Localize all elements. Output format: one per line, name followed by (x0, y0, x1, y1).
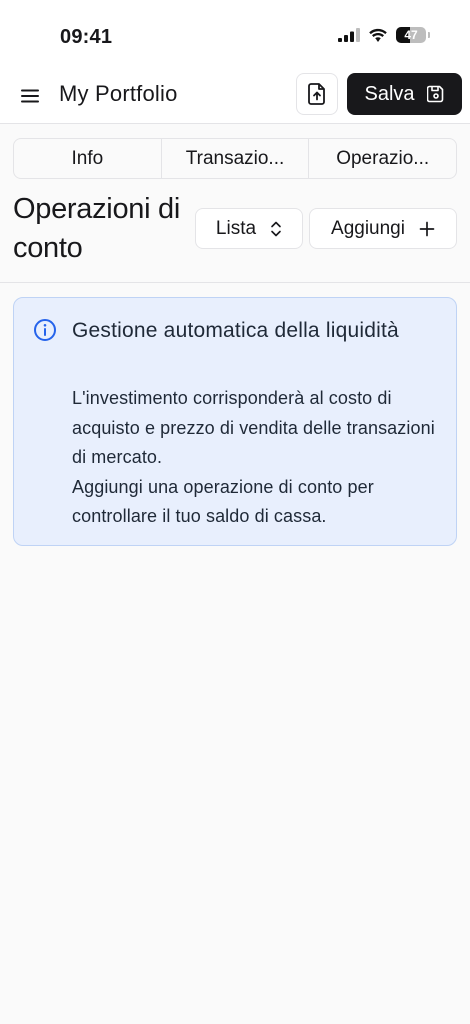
wifi-icon (369, 28, 387, 42)
status-time: 09:41 (60, 26, 113, 48)
tab-transactions[interactable]: Transazio... (162, 139, 310, 178)
info-icon (34, 319, 56, 341)
app-header: My Portfolio Salva (0, 68, 470, 124)
signal-icon (338, 28, 360, 42)
battery-icon: 47 (396, 27, 426, 43)
view-select-button[interactable]: Lista (195, 208, 303, 249)
file-upload-icon (308, 83, 325, 105)
tab-bar: Info Transazio... Operazio... (13, 138, 457, 179)
alert-title: Gestione automatica della liquidità (72, 319, 399, 342)
export-button[interactable] (296, 73, 338, 115)
add-button-label: Aggiungi (331, 217, 405, 239)
menu-button[interactable] (14, 80, 46, 112)
add-button[interactable]: Aggiungi (309, 208, 457, 249)
battery-level: 47 (404, 28, 418, 42)
save-button-label: Salva (364, 82, 415, 105)
view-select-label: Lista (215, 217, 257, 239)
tab-account-operations[interactable]: Operazio... (309, 139, 456, 178)
page-title: My Portfolio (59, 81, 178, 106)
section-divider (0, 282, 470, 283)
alert-description-line-1: L'investimento corrisponderà al costo di… (72, 388, 435, 467)
section-title: Operazioni di conto (13, 193, 180, 264)
info-alert: Gestione automatica della liquidità L'in… (13, 297, 457, 546)
plus-icon (419, 221, 435, 236)
alert-description-line-2: Aggiungi una operazione di conto per con… (72, 476, 374, 527)
floppy-disk-icon (426, 85, 443, 103)
alert-description: L'investimento corrisponderà al costo di… (72, 384, 450, 532)
status-icons: 47 (338, 27, 430, 43)
chevron-up-down-icon (271, 221, 281, 236)
status-bar: 09:41 47 (0, 0, 470, 68)
hamburger-menu-icon (21, 89, 39, 103)
save-button[interactable]: Salva (347, 73, 462, 115)
battery-cap (428, 32, 430, 38)
tab-info[interactable]: Info (14, 139, 162, 178)
